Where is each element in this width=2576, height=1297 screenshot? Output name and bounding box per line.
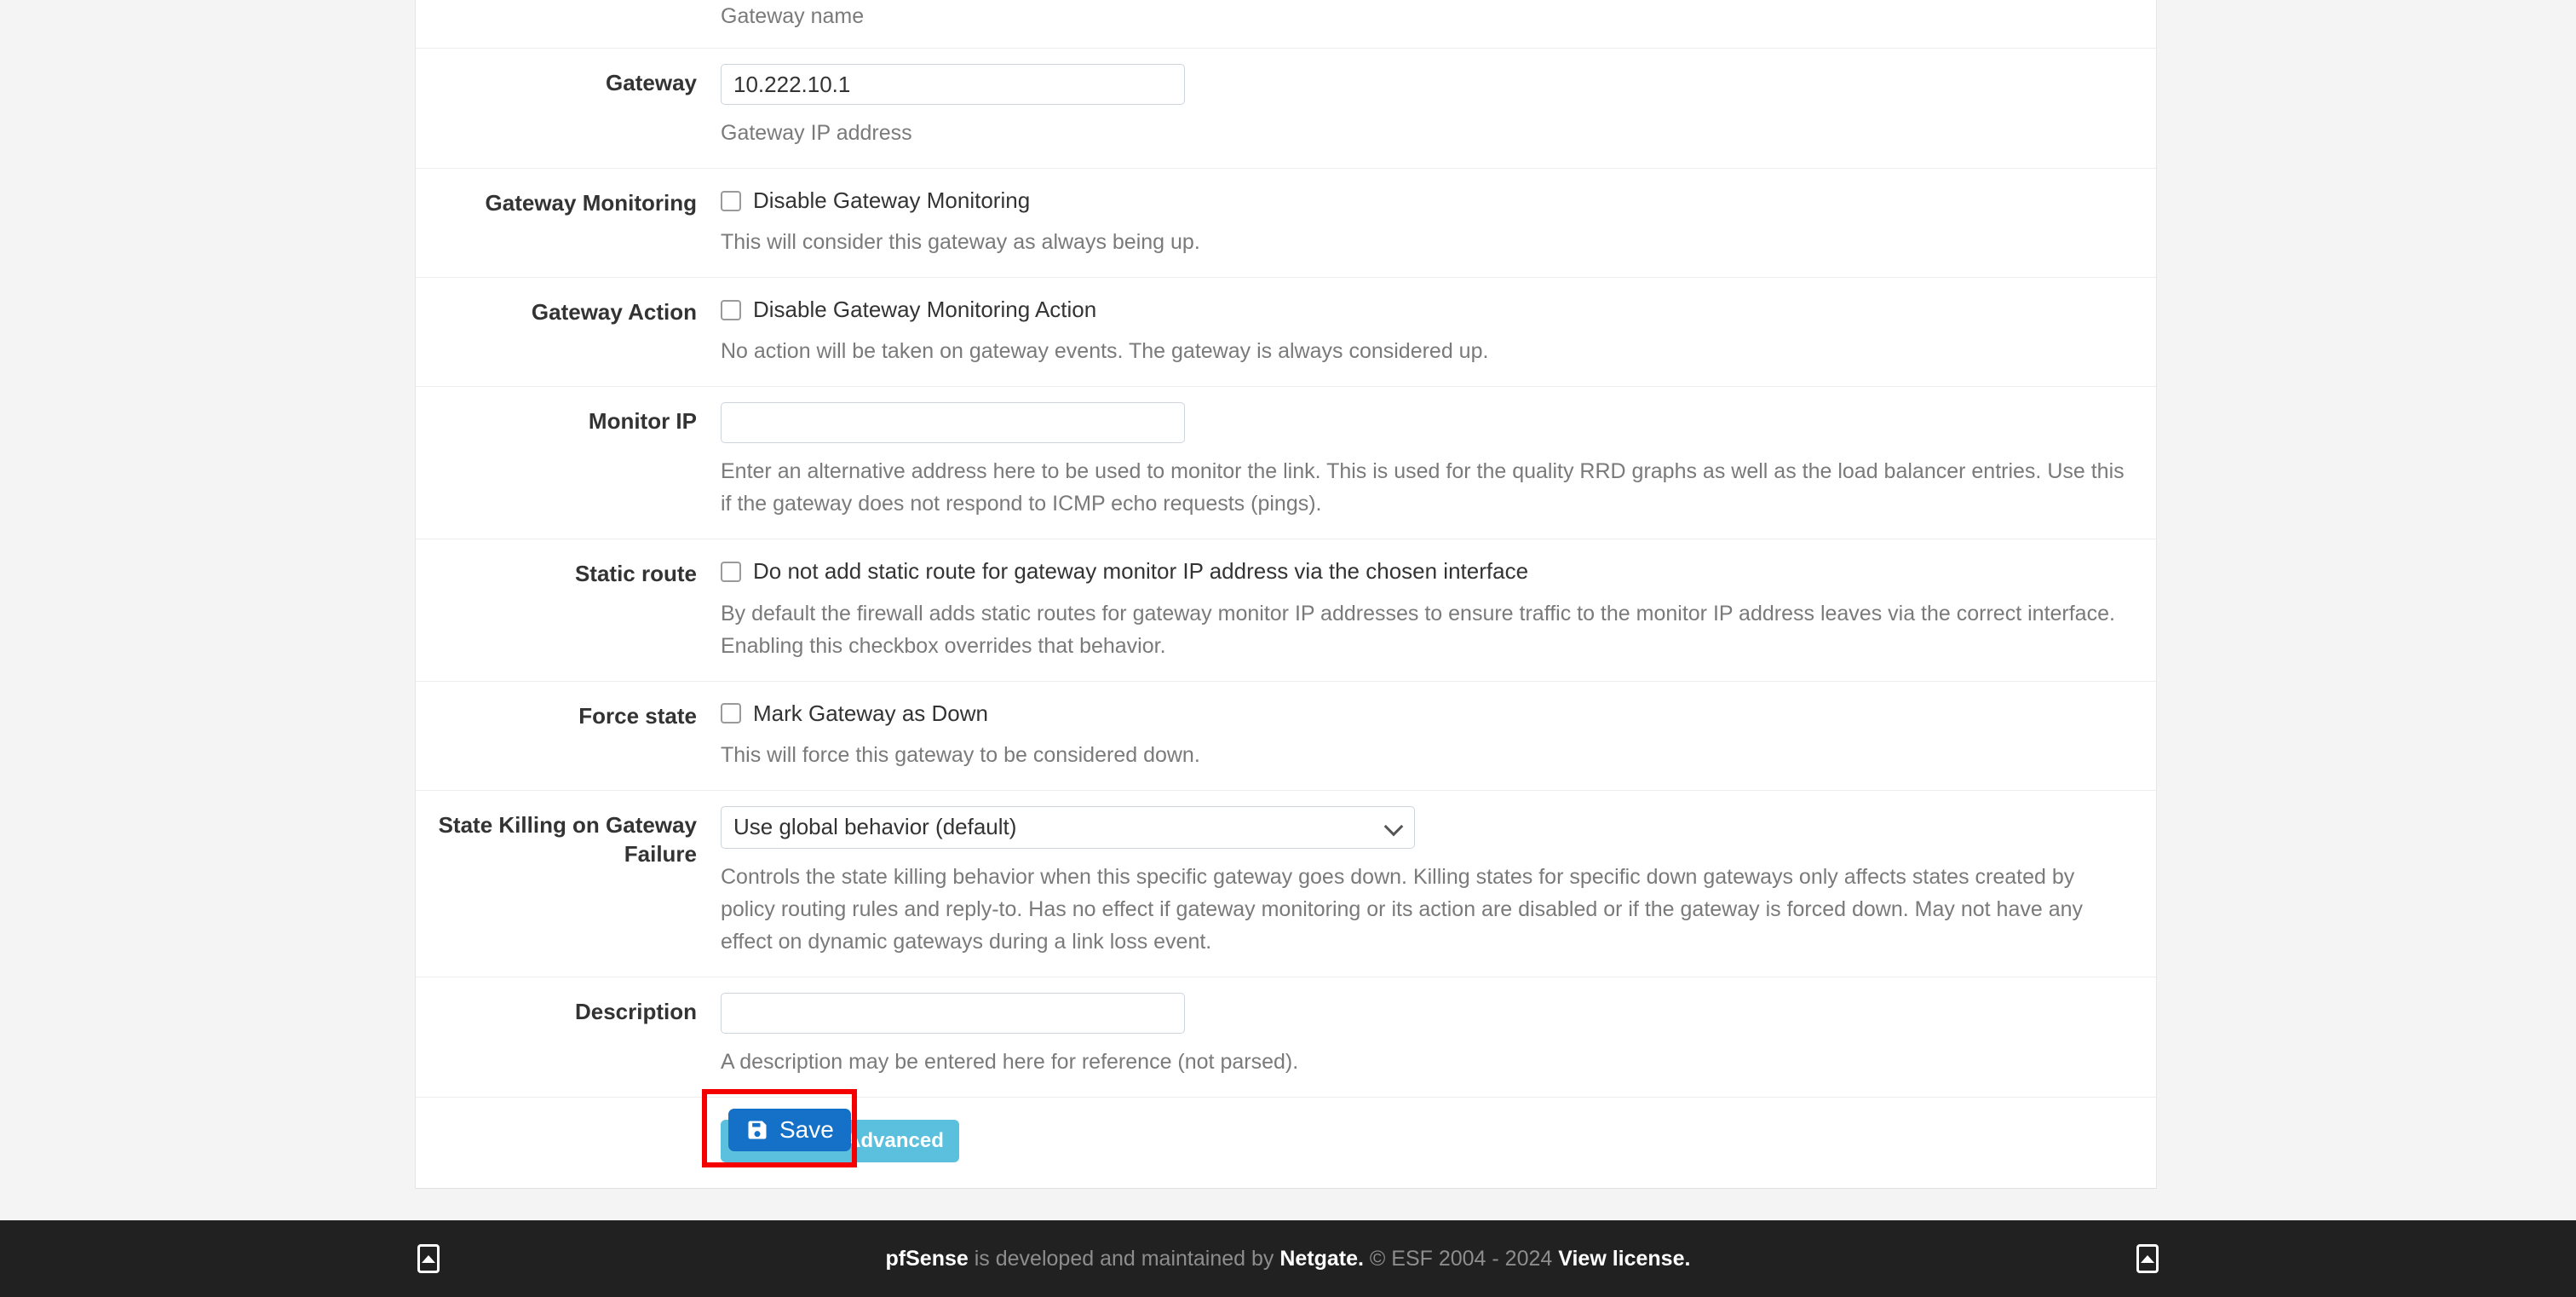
form-row-static-route: Static route Do not add static route for… [416,539,2156,682]
row-field-state-killing: Use global behavior (default) Controls t… [721,791,2156,977]
disable-gateway-monitoring-label: Disable Gateway Monitoring [753,187,1031,213]
help-text-gateway-monitoring: This will consider this gateway as alway… [721,230,1200,255]
disable-gateway-monitoring-checkbox-row[interactable]: Disable Gateway Monitoring [721,184,2130,214]
state-killing-select-value: Use global behavior (default) [733,814,1017,840]
save-button[interactable]: Save [728,1109,851,1151]
row-field-gateway: Gateway IP address [721,49,2156,168]
help-text-static-route: By default the firewall adds static rout… [721,601,2115,658]
force-state-checkbox-row[interactable]: Mark Gateway as Down [721,697,2130,727]
form-row-monitor-ip: Monitor IP Enter an alternative address … [416,387,2156,540]
row-field-static-route: Do not add static route for gateway moni… [721,539,2156,680]
floppy-disk-save-icon [745,1118,769,1142]
row-label-force-state: Force state [578,702,697,729]
gateway-ip-input[interactable] [721,64,1185,105]
scroll-to-top-right-button[interactable] [2136,1244,2159,1273]
row-field-gateway-name: Gateway name [721,0,2156,48]
help-text-force-state: This will force this gateway to be consi… [721,742,1200,767]
row-label-monitor-ip: Monitor IP [588,408,697,435]
save-button-area: Save [415,1078,2157,1180]
scroll-to-top-left-button[interactable] [417,1244,440,1273]
help-text-gateway-action: No action will be taken on gateway event… [721,339,1489,364]
help-text-gateway-name: Gateway name [721,4,865,28]
monitor-ip-input[interactable] [721,402,1185,444]
row-field-monitor-ip: Enter an alternative address here to be … [721,387,2156,539]
disable-gateway-action-label: Disable Gateway Monitoring Action [753,297,1097,323]
row-label-gateway-name [416,0,721,48]
help-text-monitor-ip: Enter an alternative address here to be … [721,459,2125,516]
form-row-force-state: Force state Mark Gateway as Down This wi… [416,682,2156,791]
chevron-down-icon [1383,816,1404,837]
disable-gateway-action-checkbox[interactable] [721,299,741,320]
static-route-checkbox[interactable] [721,561,741,582]
description-input[interactable] [721,992,1185,1034]
static-route-checkbox-row[interactable]: Do not add static route for gateway moni… [721,555,2130,585]
caret-up-icon [2141,1254,2154,1263]
static-route-label: Do not add static route for gateway moni… [753,558,1529,585]
row-label-state-killing: State Killing on Gateway Failure [438,811,697,867]
caret-up-icon [422,1254,435,1263]
footer-product-name: pfSense [885,1246,969,1271]
row-label-gateway: Gateway [606,70,697,95]
save-button-label: Save [779,1116,834,1143]
row-field-force-state: Mark Gateway as Down This will force thi… [721,682,2156,790]
help-text-description: A description may be entered here for re… [721,1049,1299,1074]
row-label-static-route: Static route [574,561,697,587]
help-text-gateway: Gateway IP address [721,121,912,145]
footer-view-license-link[interactable]: View license. [1558,1247,1690,1271]
page-footer: pfSense is developed and maintained by N… [0,1220,2576,1297]
force-state-checkbox[interactable] [721,703,741,724]
disable-gateway-monitoring-checkbox[interactable] [721,190,741,211]
help-text-state-killing: Controls the state killing behavior when… [721,864,2083,954]
form-row-gateway: Gateway Gateway IP address [416,49,2156,169]
form-row-gateway-name: Gateway name [416,0,2156,49]
footer-company-name: Netgate. [1279,1246,1364,1271]
disable-gateway-action-checkbox-row[interactable]: Disable Gateway Monitoring Action [721,293,2130,323]
row-field-gateway-action: Disable Gateway Monitoring Action No act… [721,278,2156,386]
row-label-gateway-action: Gateway Action [531,299,697,326]
form-row-gateway-action: Gateway Action Disable Gateway Monitorin… [416,278,2156,388]
row-field-gateway-monitoring: Disable Gateway Monitoring This will con… [721,169,2156,277]
footer-mid-text: is developed and maintained by [968,1246,1280,1271]
force-state-label: Mark Gateway as Down [753,700,988,726]
footer-copyright: © ESF 2004 - 2024 [1363,1246,1559,1271]
row-label-gateway-monitoring: Gateway Monitoring [485,190,697,216]
form-row-gateway-monitoring: Gateway Monitoring Disable Gateway Monit… [416,169,2156,279]
pfsense-gateway-edit-page: Gateway name Gateway Gateway IP address … [0,0,2576,1297]
footer-credit-text: pfSense is developed and maintained by N… [886,1247,1691,1271]
state-killing-select[interactable]: Use global behavior (default) [721,805,1415,849]
gateway-settings-panel: Gateway name Gateway Gateway IP address … [415,0,2157,1189]
row-label-description: Description [574,998,697,1024]
form-row-state-killing: State Killing on Gateway Failure Use glo… [416,791,2156,977]
